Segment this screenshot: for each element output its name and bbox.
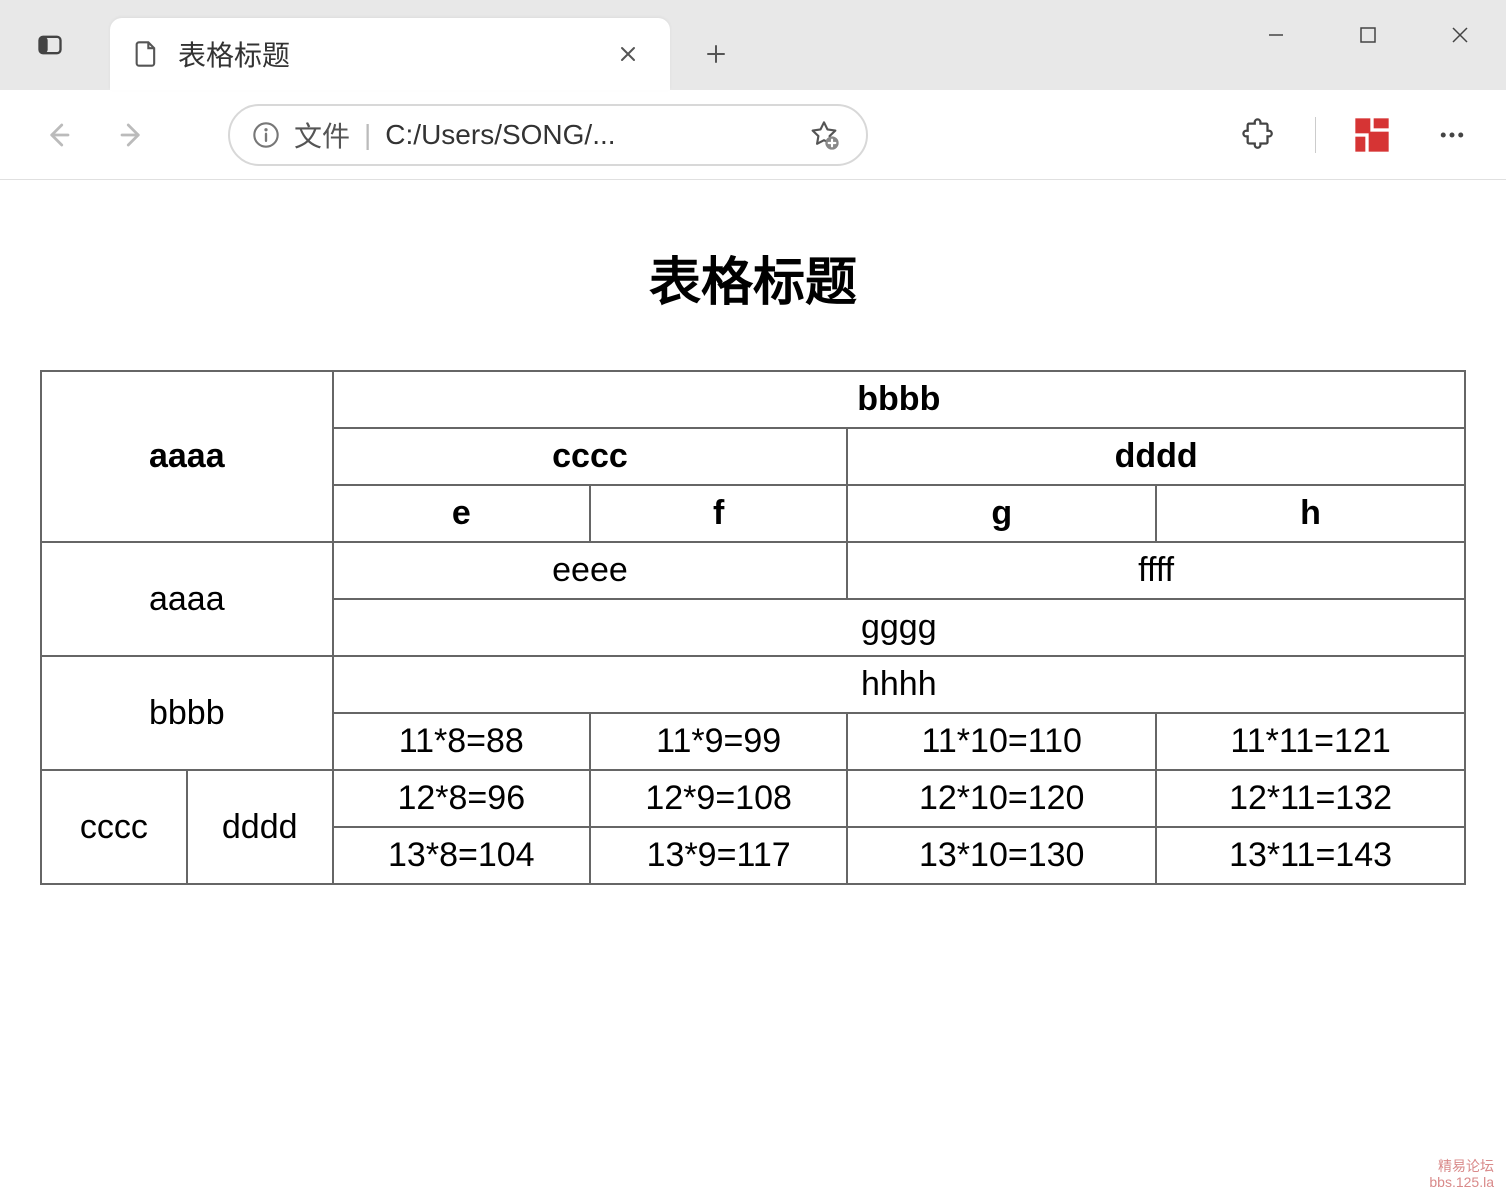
th-g: g — [847, 485, 1156, 542]
td-cell: 13*9=117 — [590, 827, 847, 884]
settings-menu-button[interactable] — [1428, 111, 1476, 159]
maximize-icon — [1359, 26, 1377, 44]
close-window-button[interactable] — [1414, 0, 1506, 70]
td-cell: 13*11=143 — [1156, 827, 1465, 884]
address-protocol-label: 文件 — [294, 115, 350, 155]
close-tab-button[interactable] — [608, 34, 648, 74]
toolbar-right — [1235, 111, 1476, 159]
td-eeee: eeee — [333, 542, 848, 599]
close-icon — [1450, 25, 1470, 45]
tab-title: 表格标题 — [178, 34, 608, 74]
table-row: bbbb hhhh — [41, 656, 1465, 713]
td-cell: 11*9=99 — [590, 713, 847, 770]
titlebar: 表格标题 — [0, 0, 1506, 90]
td-cell: 11*11=121 — [1156, 713, 1465, 770]
minimize-button[interactable] — [1230, 0, 1322, 70]
td-cell: 13*10=130 — [847, 827, 1156, 884]
tab-overview-icon — [36, 31, 64, 59]
window-controls — [1230, 0, 1506, 70]
td-cell: 12*9=108 — [590, 770, 847, 827]
new-tab-button[interactable] — [688, 26, 744, 82]
table-row: aaaa eeee ffff — [41, 542, 1465, 599]
td-cell: 12*8=96 — [333, 770, 590, 827]
close-icon — [619, 45, 637, 63]
td-cell: 13*8=104 — [333, 827, 590, 884]
extension-app-button[interactable] — [1348, 111, 1396, 159]
page-title: 表格标题 — [40, 240, 1466, 315]
watermark: 精易论坛 bbs.125.la — [1429, 1159, 1494, 1190]
app-logo-icon — [1352, 115, 1392, 155]
toolbar-divider — [1315, 117, 1316, 153]
td-cccc: cccc — [41, 770, 187, 884]
puzzle-icon — [1242, 118, 1276, 152]
toolbar: 文件 | C:/Users/SONG/... — [0, 90, 1506, 180]
ellipsis-icon — [1437, 120, 1467, 150]
td-gggg: gggg — [333, 599, 1465, 656]
file-icon — [132, 40, 160, 68]
table-row: cccc dddd 12*8=96 12*9=108 12*10=120 12*… — [41, 770, 1465, 827]
tab-overview-button[interactable] — [20, 15, 80, 75]
td-cell: 11*8=88 — [333, 713, 590, 770]
watermark-line1: 精易论坛 — [1429, 1159, 1494, 1174]
table-row: aaaa bbbb — [41, 371, 1465, 428]
titlebar-left — [0, 0, 100, 90]
back-button[interactable] — [30, 107, 86, 163]
td-cell: 12*11=132 — [1156, 770, 1465, 827]
plus-icon — [705, 43, 727, 65]
td-dddd: dddd — [187, 770, 333, 884]
th-bbbb: bbbb — [333, 371, 1465, 428]
address-separator: | — [364, 119, 371, 151]
data-table: aaaa bbbb cccc dddd e f g h aaaa eeee ff… — [40, 370, 1466, 885]
add-favorite-button[interactable] — [804, 115, 844, 155]
address-url: C:/Users/SONG/... — [385, 119, 804, 151]
page-content: 表格标题 aaaa bbbb cccc dddd e f g h aaaa ee… — [0, 180, 1506, 1196]
forward-button[interactable] — [104, 107, 160, 163]
arrow-right-icon — [117, 120, 147, 150]
watermark-line2: bbs.125.la — [1429, 1175, 1494, 1190]
active-tab[interactable]: 表格标题 — [110, 18, 670, 90]
th-dddd: dddd — [847, 428, 1465, 485]
td-cell: 12*10=120 — [847, 770, 1156, 827]
th-h: h — [1156, 485, 1465, 542]
th-cccc: cccc — [333, 428, 848, 485]
arrow-left-icon — [43, 120, 73, 150]
td-cell: 11*10=110 — [847, 713, 1156, 770]
extensions-button[interactable] — [1235, 111, 1283, 159]
maximize-button[interactable] — [1322, 0, 1414, 70]
star-plus-icon — [808, 119, 840, 151]
info-icon — [252, 121, 280, 149]
address-bar[interactable]: 文件 | C:/Users/SONG/... — [228, 104, 868, 166]
td-bbbb: bbbb — [41, 656, 333, 770]
td-hhhh: hhhh — [333, 656, 1465, 713]
td-ffff: ffff — [847, 542, 1465, 599]
th-f: f — [590, 485, 847, 542]
minimize-icon — [1266, 25, 1286, 45]
th-e: e — [333, 485, 590, 542]
td-aaaa: aaaa — [41, 542, 333, 656]
th-aaaa: aaaa — [41, 371, 333, 542]
browser-window: 表格标题 — [0, 0, 1506, 1196]
